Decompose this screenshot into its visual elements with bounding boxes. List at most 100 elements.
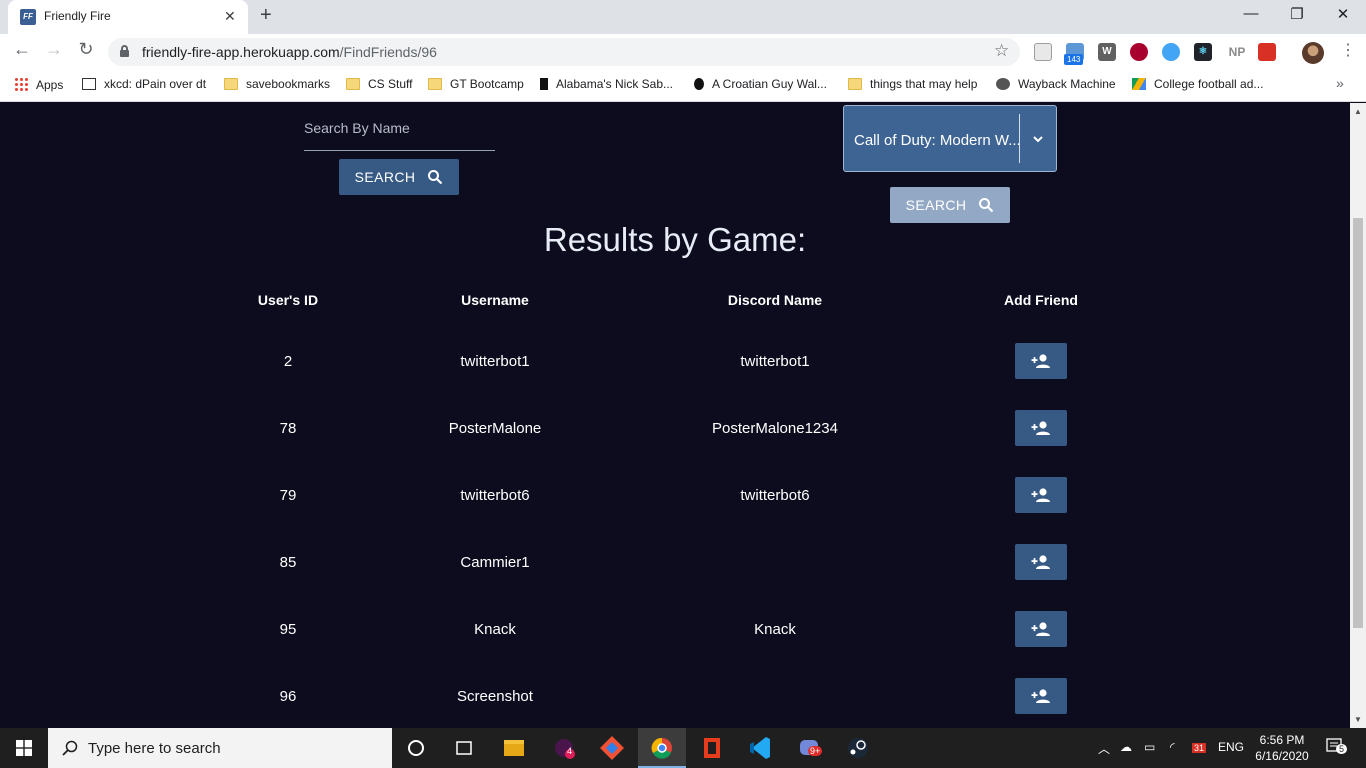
- slack-icon[interactable]: 4: [540, 728, 588, 768]
- cell-user-id: 95: [279, 621, 297, 638]
- scroll-up-icon[interactable]: ▲: [1354, 107, 1362, 116]
- extension-cloud-icon[interactable]: [1162, 43, 1180, 61]
- taskbar-search-box[interactable]: Type here to search: [48, 728, 392, 768]
- close-window-icon[interactable]: ✕: [1320, 5, 1366, 23]
- extension-w-icon[interactable]: W: [1098, 43, 1116, 61]
- head-icon: [694, 78, 704, 90]
- battery-icon[interactable]: ▭: [1144, 740, 1155, 754]
- onedrive-error-icon[interactable]: ☁: [1120, 740, 1132, 754]
- new-tab-button[interactable]: +: [260, 4, 272, 27]
- git-client-icon[interactable]: [588, 728, 636, 768]
- bookmark-label: Alabama's Nick Sab...: [556, 77, 674, 91]
- show-hidden-icons-icon[interactable]: ︿: [1098, 740, 1110, 757]
- office-icon[interactable]: [688, 728, 736, 768]
- discord-icon[interactable]: 9+: [786, 728, 834, 768]
- bookmark-label: A Croatian Guy Wal...: [712, 77, 827, 91]
- chevron-down-icon[interactable]: [1032, 133, 1044, 145]
- browser-tab-strip: FF Friendly Fire ✕ + — ❐ ✕: [0, 0, 1366, 34]
- taskbar-clock[interactable]: 6:56 PM 6/16/2020: [1254, 732, 1310, 764]
- back-arrow-icon[interactable]: ←: [10, 39, 34, 60]
- game-select-dropdown[interactable]: Call of Duty: Modern W...: [843, 105, 1057, 172]
- search-icon: [979, 198, 994, 213]
- xkcd-icon: [82, 78, 96, 90]
- column-header-discord-name: Discord Name: [727, 292, 823, 308]
- column-header-user-id: User's ID: [257, 292, 319, 308]
- add-person-icon: [1031, 488, 1050, 502]
- add-friend-button[interactable]: [1015, 611, 1067, 647]
- cell-username: Knack: [474, 621, 516, 638]
- add-person-icon: [1031, 622, 1050, 636]
- notification-center-icon[interactable]: 5: [1326, 738, 1348, 757]
- cell-user-id: 85: [279, 554, 297, 571]
- search-by-name-button[interactable]: SEARCH: [339, 159, 459, 195]
- bookmark-alabama[interactable]: Alabama's Nick Sab...: [540, 77, 673, 91]
- bookmark-things-that-may-help[interactable]: things that may help: [848, 77, 977, 91]
- column-header-add-friend: Add Friend: [1004, 292, 1078, 308]
- search-by-name-input[interactable]: [304, 109, 495, 147]
- bookmark-label: Wayback Machine: [1018, 77, 1116, 91]
- address-bar[interactable]: friendly-fire-app.herokuapp.com/FindFrie…: [108, 38, 1020, 66]
- extension-badge: 143: [1064, 54, 1084, 65]
- bookmark-savebookmarks[interactable]: savebookmarks: [224, 77, 330, 91]
- calendar-tray-icon[interactable]: 31: [1192, 740, 1207, 754]
- bookmark-label: Apps: [36, 78, 64, 92]
- cortana-icon[interactable]: [392, 728, 440, 768]
- cell-user-id: 79: [279, 487, 297, 504]
- windows-start-icon[interactable]: [16, 740, 32, 756]
- scroll-thumb[interactable]: [1353, 218, 1363, 628]
- bookmark-croatian-guy[interactable]: A Croatian Guy Wal...: [694, 77, 827, 91]
- cell-discord-name: PosterMalone1234: [712, 420, 838, 437]
- task-view-icon[interactable]: [440, 728, 488, 768]
- profile-avatar[interactable]: [1302, 42, 1324, 64]
- add-friend-button[interactable]: [1015, 544, 1067, 580]
- bookmark-cs-stuff[interactable]: CS Stuff: [346, 77, 412, 91]
- search-by-game-button[interactable]: SEARCH: [890, 187, 1010, 223]
- cell-discord-name: Knack: [754, 621, 796, 638]
- folder-icon: [346, 78, 360, 90]
- file-explorer-icon[interactable]: [490, 728, 538, 768]
- reload-icon[interactable]: ↻: [74, 39, 98, 60]
- bookmark-label: xkcd: dPain over dt: [104, 77, 207, 91]
- language-indicator[interactable]: ENG: [1218, 740, 1244, 754]
- search-button-label: SEARCH: [354, 169, 416, 185]
- cell-username: twitterbot6: [460, 487, 530, 504]
- windows-taskbar: Type here to search 4 9+ ︿ ☁ ▭ ◜ 31 ENG …: [0, 728, 1366, 768]
- page-scrollbar[interactable]: ▲ ▼: [1350, 103, 1366, 728]
- add-friend-button[interactable]: [1015, 678, 1067, 714]
- wifi-icon[interactable]: ◜: [1170, 740, 1175, 754]
- bookmark-wayback-machine[interactable]: Wayback Machine: [996, 77, 1116, 91]
- chrome-taskbar-icon[interactable]: [638, 728, 686, 768]
- add-friend-button[interactable]: [1015, 343, 1067, 379]
- friendly-fire-favicon-icon: FF: [20, 9, 36, 25]
- bookmarks-overflow-icon[interactable]: »: [1336, 75, 1344, 91]
- add-friend-button[interactable]: [1015, 410, 1067, 446]
- add-person-icon: [1031, 555, 1050, 569]
- browser-menu-icon[interactable]: ⋮: [1340, 40, 1356, 60]
- browser-tab[interactable]: FF Friendly Fire ✕: [8, 0, 248, 34]
- search-icon: [428, 170, 443, 185]
- bookmark-label: things that may help: [870, 77, 978, 91]
- forward-arrow-icon[interactable]: →: [42, 39, 66, 60]
- find-friends-page: SEARCH Call of Duty: Modern W... SEARCH …: [0, 103, 1350, 728]
- add-friend-button[interactable]: [1015, 477, 1067, 513]
- bookmark-college-football[interactable]: College football ad...: [1132, 77, 1263, 91]
- scroll-down-icon[interactable]: ▼: [1354, 715, 1362, 724]
- vscode-icon[interactable]: [736, 728, 784, 768]
- bookmark-gt-bootcamp[interactable]: GT Bootcamp: [428, 77, 524, 91]
- extension-mail-icon[interactable]: [1034, 43, 1052, 61]
- restore-window-icon[interactable]: ❐: [1274, 5, 1320, 23]
- extension-book-icon[interactable]: [1258, 43, 1276, 61]
- cell-username: PosterMalone: [448, 420, 542, 437]
- add-person-icon: [1031, 354, 1050, 368]
- url-text: friendly-fire-app.herokuapp.com/FindFrie…: [142, 44, 437, 60]
- search-by-name-field[interactable]: [304, 109, 495, 151]
- extension-shield-icon[interactable]: [1130, 43, 1148, 61]
- steam-icon[interactable]: [834, 728, 882, 768]
- bookmark-apps[interactable]: Apps: [14, 77, 63, 92]
- extension-react-icon[interactable]: ⚛: [1194, 43, 1212, 61]
- extension-np-icon[interactable]: NP: [1226, 43, 1248, 61]
- bookmark-star-icon[interactable]: ☆: [994, 41, 1009, 61]
- minimize-window-icon[interactable]: —: [1228, 5, 1274, 22]
- tab-close-icon[interactable]: ✕: [224, 8, 236, 25]
- bookmark-xkcd[interactable]: xkcd: dPain over dt: [82, 77, 206, 91]
